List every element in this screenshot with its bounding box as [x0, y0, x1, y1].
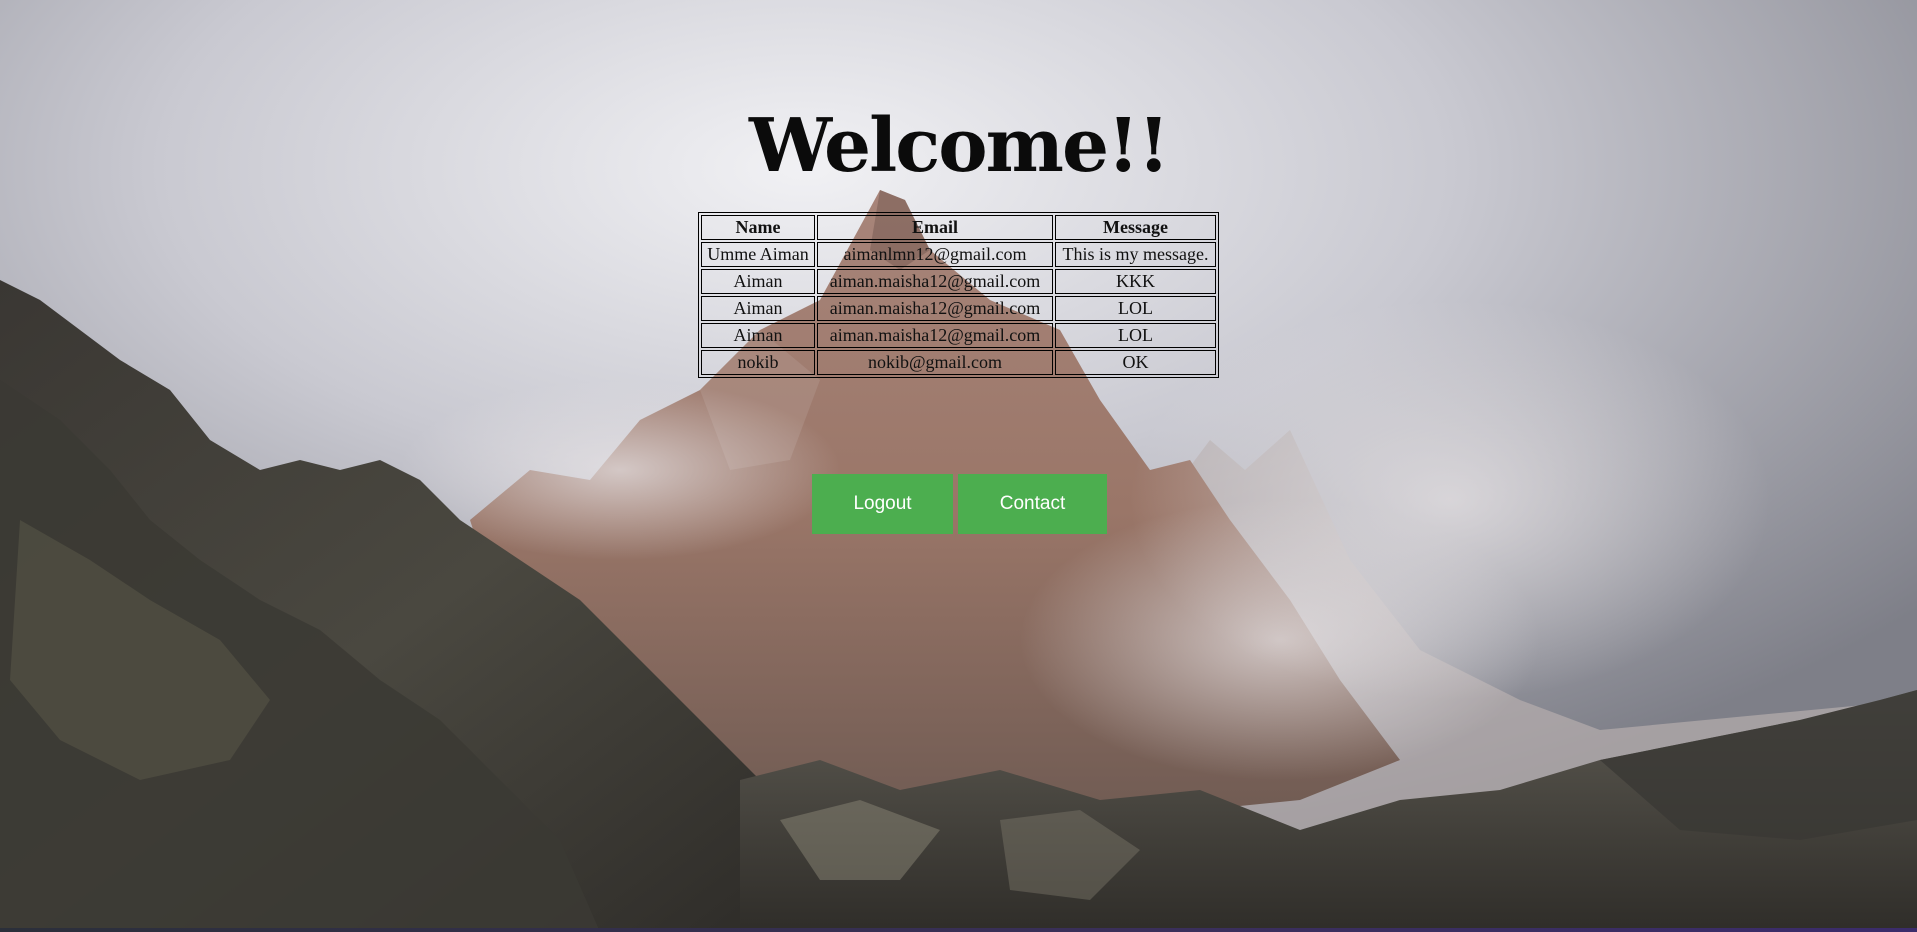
cell-name: Aiman — [701, 269, 815, 294]
cell-message: LOL — [1055, 323, 1216, 348]
cell-name: nokib — [701, 350, 815, 375]
column-header-name: Name — [701, 215, 815, 240]
cell-name: Aiman — [701, 296, 815, 321]
cell-message: OK — [1055, 350, 1216, 375]
cell-email: aiman.maisha12@gmail.com — [817, 323, 1053, 348]
messages-table-container: Name Email Message Umme Aiman aimanlmn12… — [698, 212, 1219, 378]
contact-button[interactable]: Contact — [958, 474, 1107, 534]
cell-email: aimanlmn12@gmail.com — [817, 242, 1053, 267]
cell-name: Umme Aiman — [701, 242, 815, 267]
action-buttons: Logout Contact — [812, 474, 1107, 534]
cell-email: aiman.maisha12@gmail.com — [817, 296, 1053, 321]
column-header-message: Message — [1055, 215, 1216, 240]
table-row: Umme Aiman aimanlmn12@gmail.com This is … — [701, 242, 1216, 267]
logout-button[interactable]: Logout — [812, 474, 953, 534]
bottom-edge-strip — [0, 928, 1917, 932]
page: Welcome!! Name Email Message Umme Aiman … — [0, 0, 1917, 932]
table-row: nokib nokib@gmail.com OK — [701, 350, 1216, 375]
cell-name: Aiman — [701, 323, 815, 348]
cell-email: aiman.maisha12@gmail.com — [817, 269, 1053, 294]
cell-message: KKK — [1055, 269, 1216, 294]
messages-table: Name Email Message Umme Aiman aimanlmn12… — [698, 212, 1219, 378]
cell-message: This is my message. — [1055, 242, 1216, 267]
cell-message: LOL — [1055, 296, 1216, 321]
table-row: Aiman aiman.maisha12@gmail.com LOL — [701, 323, 1216, 348]
table-header-row: Name Email Message — [701, 215, 1216, 240]
table-row: Aiman aiman.maisha12@gmail.com KKK — [701, 269, 1216, 294]
column-header-email: Email — [817, 215, 1053, 240]
cell-email: nokib@gmail.com — [817, 350, 1053, 375]
welcome-heading: Welcome!! — [748, 103, 1170, 189]
table-row: Aiman aiman.maisha12@gmail.com LOL — [701, 296, 1216, 321]
